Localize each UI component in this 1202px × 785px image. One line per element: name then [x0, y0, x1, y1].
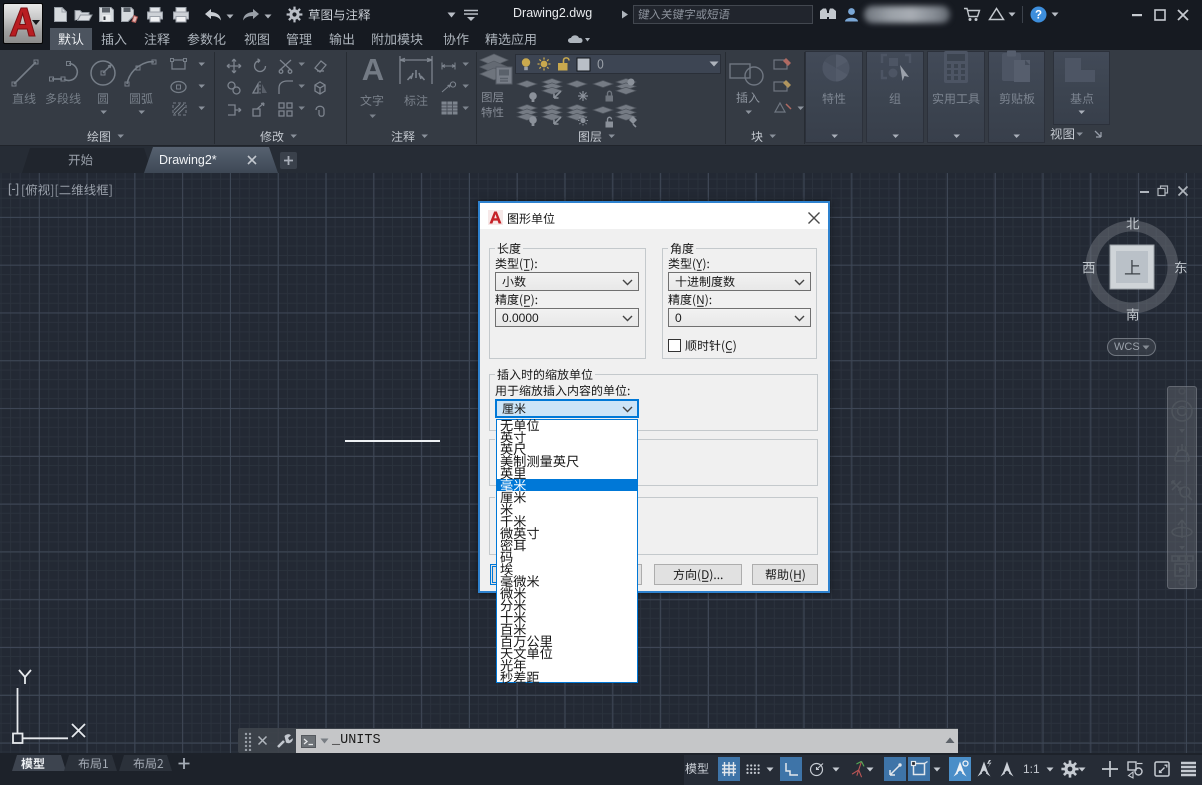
svg-text:?: ? — [1035, 10, 1042, 22]
